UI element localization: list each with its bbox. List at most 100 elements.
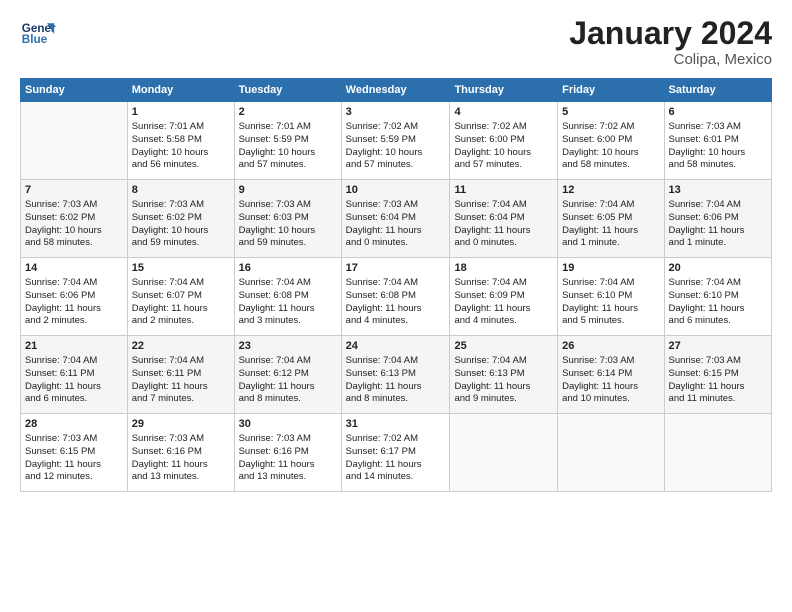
col-saturday: Saturday bbox=[664, 79, 771, 102]
day-number: 21 bbox=[25, 339, 123, 354]
calendar-cell bbox=[21, 102, 128, 180]
cell-info-line: Daylight: 11 hours bbox=[132, 459, 230, 472]
cell-info-line: Sunrise: 7:04 AM bbox=[454, 355, 553, 368]
cell-info-line: Daylight: 10 hours bbox=[669, 147, 767, 160]
cell-info-line: Daylight: 11 hours bbox=[346, 303, 446, 316]
cell-info-line: Sunrise: 7:03 AM bbox=[669, 355, 767, 368]
cell-info-line: and 57 minutes. bbox=[454, 159, 553, 172]
calendar-cell bbox=[558, 414, 664, 492]
cell-info-line: Sunrise: 7:04 AM bbox=[25, 277, 123, 290]
cell-info-line: Sunset: 6:11 PM bbox=[132, 368, 230, 381]
calendar-cell: 9Sunrise: 7:03 AMSunset: 6:03 PMDaylight… bbox=[234, 180, 341, 258]
col-friday: Friday bbox=[558, 79, 664, 102]
cell-info-line: Sunrise: 7:02 AM bbox=[454, 121, 553, 134]
cell-info-line: Sunset: 6:15 PM bbox=[669, 368, 767, 381]
cell-info-line: Daylight: 10 hours bbox=[239, 225, 337, 238]
cell-info-line: and 6 minutes. bbox=[669, 315, 767, 328]
cell-info-line: Daylight: 11 hours bbox=[25, 381, 123, 394]
cell-info-line: Sunset: 6:16 PM bbox=[132, 446, 230, 459]
calendar-cell: 29Sunrise: 7:03 AMSunset: 6:16 PMDayligh… bbox=[127, 414, 234, 492]
cell-info-line: Sunset: 5:59 PM bbox=[239, 134, 337, 147]
cell-info-line: and 57 minutes. bbox=[239, 159, 337, 172]
cell-info-line: Daylight: 10 hours bbox=[25, 225, 123, 238]
cell-info-line: Sunrise: 7:04 AM bbox=[239, 277, 337, 290]
cell-info-line: Sunset: 6:13 PM bbox=[454, 368, 553, 381]
cell-info-line: Daylight: 11 hours bbox=[346, 225, 446, 238]
calendar-cell: 12Sunrise: 7:04 AMSunset: 6:05 PMDayligh… bbox=[558, 180, 664, 258]
day-number: 16 bbox=[239, 261, 337, 276]
col-sunday: Sunday bbox=[21, 79, 128, 102]
cell-info-line: Sunset: 6:15 PM bbox=[25, 446, 123, 459]
calendar-cell bbox=[664, 414, 771, 492]
day-number: 28 bbox=[25, 417, 123, 432]
calendar-cell: 16Sunrise: 7:04 AMSunset: 6:08 PMDayligh… bbox=[234, 258, 341, 336]
cell-info-line: and 2 minutes. bbox=[25, 315, 123, 328]
day-number: 3 bbox=[346, 105, 446, 120]
day-number: 31 bbox=[346, 417, 446, 432]
title-block: January 2024 Colipa, Mexico bbox=[569, 16, 772, 68]
cell-info-line: Sunrise: 7:04 AM bbox=[132, 277, 230, 290]
cell-info-line: Sunset: 6:00 PM bbox=[562, 134, 659, 147]
cell-info-line: and 4 minutes. bbox=[346, 315, 446, 328]
week-row-5: 28Sunrise: 7:03 AMSunset: 6:15 PMDayligh… bbox=[21, 414, 772, 492]
cell-info-line: Sunset: 5:58 PM bbox=[132, 134, 230, 147]
cell-info-line: Sunset: 6:02 PM bbox=[25, 212, 123, 225]
cell-info-line: Sunset: 6:07 PM bbox=[132, 290, 230, 303]
cell-info-line: Daylight: 11 hours bbox=[25, 459, 123, 472]
day-number: 2 bbox=[239, 105, 337, 120]
cell-info-line: Sunrise: 7:03 AM bbox=[669, 121, 767, 134]
cell-info-line: Sunset: 6:00 PM bbox=[454, 134, 553, 147]
cell-info-line: Daylight: 10 hours bbox=[239, 147, 337, 160]
day-number: 9 bbox=[239, 183, 337, 198]
day-number: 22 bbox=[132, 339, 230, 354]
cell-info-line: Daylight: 11 hours bbox=[454, 225, 553, 238]
cell-info-line: Sunrise: 7:03 AM bbox=[346, 199, 446, 212]
cell-info-line: Daylight: 11 hours bbox=[132, 303, 230, 316]
cell-info-line: Sunrise: 7:04 AM bbox=[346, 277, 446, 290]
cell-info-line: Daylight: 11 hours bbox=[239, 459, 337, 472]
calendar-cell: 1Sunrise: 7:01 AMSunset: 5:58 PMDaylight… bbox=[127, 102, 234, 180]
cell-info-line: and 11 minutes. bbox=[669, 393, 767, 406]
cell-info-line: Sunset: 6:12 PM bbox=[239, 368, 337, 381]
calendar-cell: 27Sunrise: 7:03 AMSunset: 6:15 PMDayligh… bbox=[664, 336, 771, 414]
col-monday: Monday bbox=[127, 79, 234, 102]
day-number: 10 bbox=[346, 183, 446, 198]
cell-info-line: and 58 minutes. bbox=[669, 159, 767, 172]
cell-info-line: and 14 minutes. bbox=[346, 471, 446, 484]
cell-info-line: Daylight: 11 hours bbox=[562, 225, 659, 238]
cell-info-line: Daylight: 11 hours bbox=[562, 303, 659, 316]
cell-info-line: Sunrise: 7:02 AM bbox=[346, 121, 446, 134]
cell-info-line: and 4 minutes. bbox=[454, 315, 553, 328]
cell-info-line: Daylight: 11 hours bbox=[669, 381, 767, 394]
header: General Blue January 2024 Colipa, Mexico bbox=[20, 16, 772, 68]
cell-info-line: and 1 minute. bbox=[669, 237, 767, 250]
cell-info-line: and 8 minutes. bbox=[346, 393, 446, 406]
cell-info-line: Daylight: 11 hours bbox=[25, 303, 123, 316]
cell-info-line: and 5 minutes. bbox=[562, 315, 659, 328]
calendar-cell: 10Sunrise: 7:03 AMSunset: 6:04 PMDayligh… bbox=[341, 180, 450, 258]
cell-info-line: Sunset: 6:10 PM bbox=[562, 290, 659, 303]
header-row: Sunday Monday Tuesday Wednesday Thursday… bbox=[21, 79, 772, 102]
cell-info-line: Sunset: 6:02 PM bbox=[132, 212, 230, 225]
cell-info-line: and 58 minutes. bbox=[562, 159, 659, 172]
cell-info-line: Sunset: 6:16 PM bbox=[239, 446, 337, 459]
cell-info-line: Daylight: 11 hours bbox=[562, 381, 659, 394]
cell-info-line: Sunrise: 7:02 AM bbox=[346, 433, 446, 446]
cell-info-line: Daylight: 11 hours bbox=[669, 225, 767, 238]
day-number: 20 bbox=[669, 261, 767, 276]
calendar-cell: 19Sunrise: 7:04 AMSunset: 6:10 PMDayligh… bbox=[558, 258, 664, 336]
cell-info-line: and 56 minutes. bbox=[132, 159, 230, 172]
cell-info-line: Sunset: 6:03 PM bbox=[239, 212, 337, 225]
cell-info-line: and 1 minute. bbox=[562, 237, 659, 250]
cell-info-line: Sunset: 6:04 PM bbox=[346, 212, 446, 225]
cell-info-line: Daylight: 11 hours bbox=[239, 381, 337, 394]
cell-info-line: and 12 minutes. bbox=[25, 471, 123, 484]
cell-info-line: Daylight: 11 hours bbox=[669, 303, 767, 316]
calendar-cell: 3Sunrise: 7:02 AMSunset: 5:59 PMDaylight… bbox=[341, 102, 450, 180]
calendar-cell: 13Sunrise: 7:04 AMSunset: 6:06 PMDayligh… bbox=[664, 180, 771, 258]
cell-info-line: Sunrise: 7:02 AM bbox=[562, 121, 659, 134]
logo: General Blue bbox=[20, 16, 56, 52]
cell-info-line: Sunset: 6:17 PM bbox=[346, 446, 446, 459]
cell-info-line: Daylight: 10 hours bbox=[454, 147, 553, 160]
day-number: 6 bbox=[669, 105, 767, 120]
